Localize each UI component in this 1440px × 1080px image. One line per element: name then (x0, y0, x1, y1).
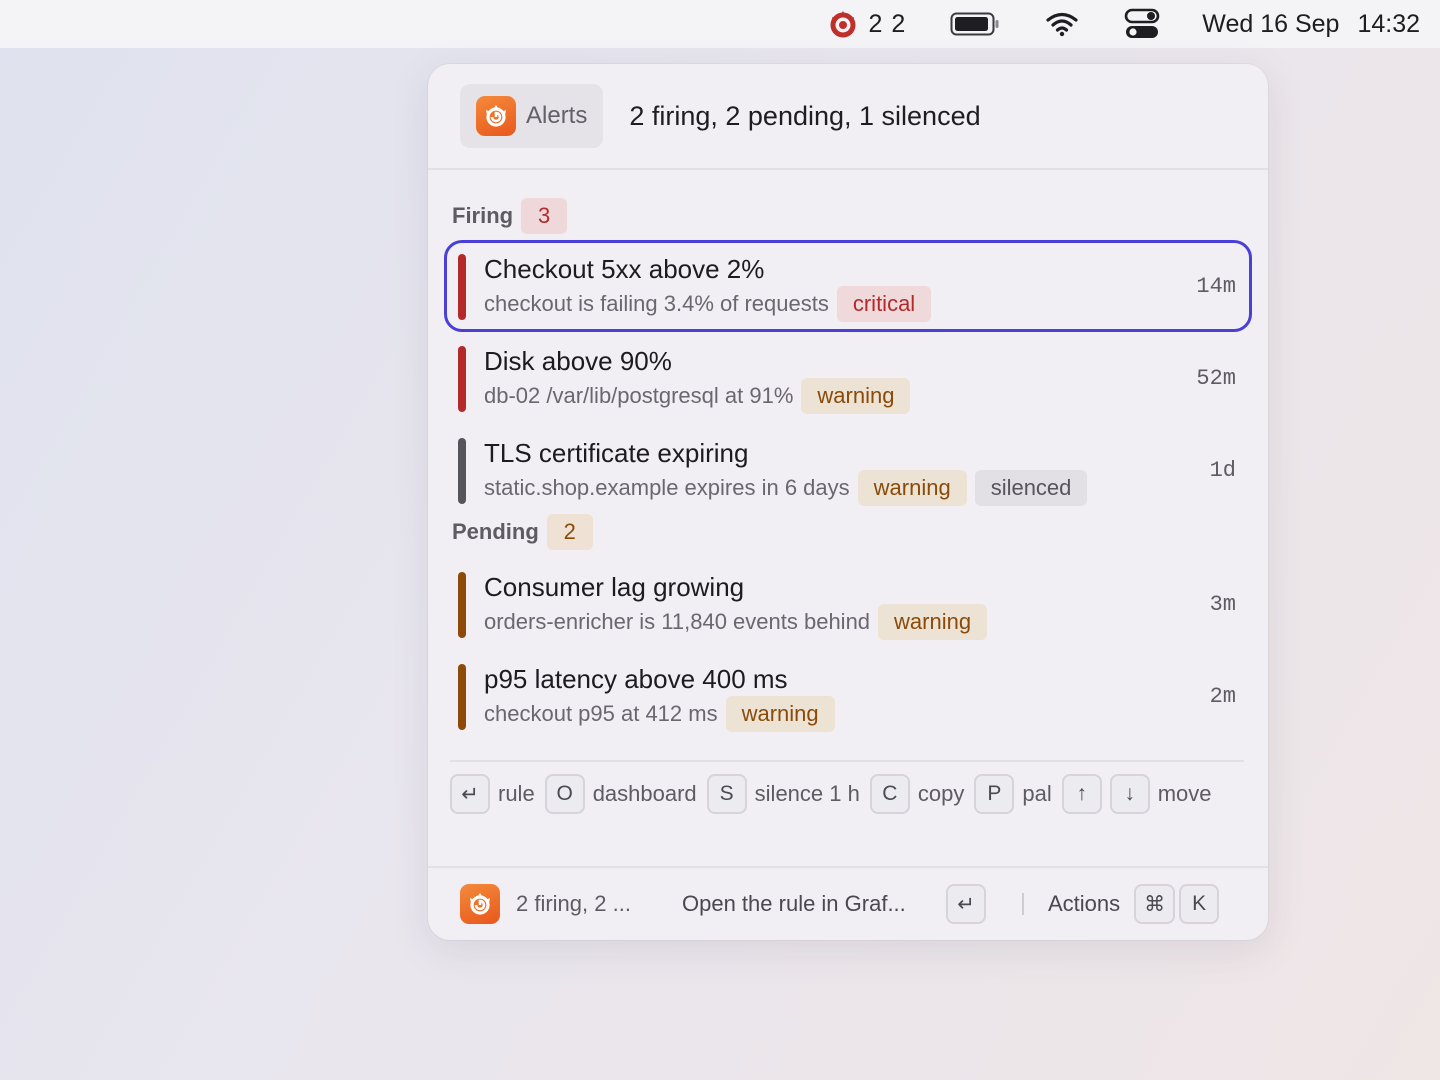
grafana-logo-icon (460, 884, 500, 924)
hint-silence: silence 1 h (754, 781, 860, 806)
k-key: K (1179, 884, 1220, 924)
alert-age: 3m (1209, 591, 1236, 617)
alert-subtitle: checkout p95 at 412 ms (484, 701, 718, 726)
alert-row-p95-latency[interactable]: p95 latency above 400 ms checkout p95 at… (444, 650, 1252, 742)
alert-subtitle: orders-enricher is 11,840 events behind (484, 609, 871, 634)
alert-age: 2m (1209, 683, 1236, 709)
alert-age: 1d (1209, 457, 1236, 483)
hint-pal: pal (1022, 781, 1052, 806)
panel-footer: 2 firing, 2 ... Open the rule in Graf...… (428, 866, 1268, 940)
alerts-panel: Alerts 2 firing, 2 pending, 1 silenced F… (428, 64, 1268, 940)
o-key: O (544, 774, 585, 814)
hint-copy: copy (917, 781, 965, 806)
section-firing-title: Firing (452, 203, 514, 228)
severity-bar (458, 664, 466, 730)
wifi-icon (1046, 12, 1078, 37)
menubar-date[interactable]: Wed 16 Sep (1202, 10, 1339, 39)
alert-summary: 2 firing, 2 pending, 1 silenced (629, 100, 981, 131)
alert-age: 14m (1196, 273, 1236, 299)
alert-subtitle: static.shop.example expires in 6 days (484, 475, 850, 500)
pending-count-badge: 2 (546, 514, 593, 550)
wifi-status[interactable] (1046, 11, 1078, 37)
arrow-down-key: ↓ (1109, 774, 1150, 814)
battery-icon (950, 12, 999, 36)
alerts-app-chip[interactable]: Alerts (460, 84, 604, 148)
alert-list: Firing 3 Checkout 5xx above 2% checkout … (444, 198, 1252, 742)
arrow-up-key: ↑ (1061, 774, 1102, 814)
grafana-menu-extra[interactable]: 2 2 (827, 8, 907, 40)
panel-header: Alerts 2 firing, 2 pending, 1 silenced (428, 64, 1268, 170)
alert-row-checkout-5xx[interactable]: Checkout 5xx above 2% checkout is failin… (444, 240, 1252, 332)
footer-divider (1022, 893, 1024, 915)
alert-row-disk[interactable]: Disk above 90% db-02 /var/lib/postgresql… (444, 332, 1252, 424)
open-rule-action[interactable]: Open the rule in Graf... (682, 891, 932, 917)
severity-tag: warning (801, 378, 911, 414)
battery-status[interactable] (950, 11, 1000, 37)
control-center[interactable] (1124, 8, 1160, 40)
footer-summary: 2 firing, 2 ... (516, 891, 631, 916)
section-firing: Firing 3 (444, 198, 1252, 234)
severity-bar (458, 254, 466, 320)
alert-subtitle: db-02 /var/lib/postgresql at 91% (484, 383, 794, 408)
silenced-tag: silenced (974, 470, 1088, 506)
alert-row-tls[interactable]: TLS certificate expiring static.shop.exa… (444, 424, 1252, 516)
actions-button[interactable]: Actions (1048, 891, 1120, 917)
grafana-alert-counts: 2 2 (868, 9, 907, 38)
severity-bar (458, 438, 466, 504)
alert-title: Checkout 5xx above 2% (484, 254, 765, 284)
severity-bar (458, 572, 466, 638)
hint-move: move (1157, 781, 1212, 806)
alert-title: Disk above 90% (484, 346, 672, 376)
alert-age: 52m (1196, 365, 1236, 391)
alert-subtitle: checkout is failing 3.4% of requests (484, 291, 829, 316)
grafana-logo-icon (476, 96, 516, 136)
enter-key: ↵ (450, 774, 490, 814)
hint-rule: rule (498, 781, 535, 806)
app-chip-label: Alerts (526, 102, 588, 129)
menubar-time[interactable]: 14:32 (1357, 10, 1420, 39)
section-pending-title: Pending (452, 519, 539, 544)
s-key: S (706, 774, 747, 814)
severity-tag: warning (857, 470, 967, 506)
severity-tag: warning (725, 696, 835, 732)
firing-count-badge: 3 (521, 198, 568, 234)
alert-row-consumer-lag[interactable]: Consumer lag growing orders-enricher is … (444, 558, 1252, 650)
section-pending: Pending 2 (444, 514, 1252, 550)
keyboard-hints: ↵ rule O dashboard S silence 1 h C copy … (450, 760, 1244, 814)
hint-dashboard: dashboard (592, 781, 697, 806)
alert-title: TLS certificate expiring (484, 438, 749, 468)
enter-key: ↵ (946, 884, 986, 924)
severity-tag: warning (878, 604, 988, 640)
command-key: ⌘ (1134, 884, 1176, 924)
grafana-icon (830, 11, 856, 38)
menu-bar: 2 2 Wed 16 Sep 14:32 (0, 0, 1440, 48)
severity-bar (458, 346, 466, 412)
alert-title: p95 latency above 400 ms (484, 664, 788, 694)
p-key: P (974, 774, 1015, 814)
c-key: C (869, 774, 910, 814)
alert-title: Consumer lag growing (484, 572, 745, 602)
severity-tag: critical (836, 286, 932, 322)
control-center-icon (1124, 8, 1160, 38)
